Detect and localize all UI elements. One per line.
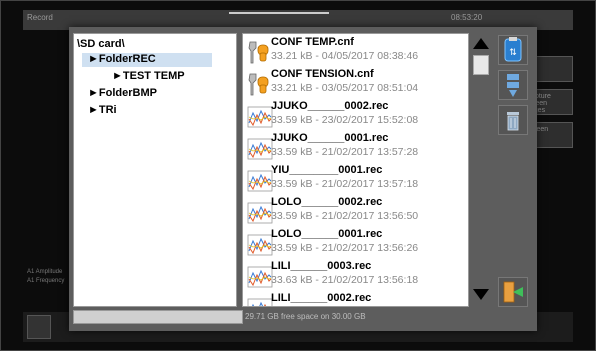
file-name: LILI______0002.rec [271,292,372,304]
file-list-item[interactable]: YIU________0001.rec 33.59 kB - 21/02/201… [243,164,468,197]
scroll-up-icon[interactable] [471,35,491,51]
tree-item-tri[interactable]: ►TRi [88,104,117,116]
config-file-icon [248,73,269,96]
storage-usage-bar [73,310,243,324]
file-list-item[interactable]: CONF TENSION.cnf 33.21 kB - 03/05/2017 0… [243,68,468,101]
svg-text:⇅: ⇅ [509,48,517,58]
file-list-item[interactable]: CONF TEMP.cnf 33.21 kB - 04/05/2017 08:3… [243,36,468,69]
file-list-scrollbar[interactable] [469,33,493,307]
file-name: JJUKO______0001.rec [271,132,389,144]
file-list-panel: CONF TEMP.cnf 33.21 kB - 04/05/2017 08:3… [242,33,469,307]
file-list-item[interactable]: LILI______0003.rec 33.63 kB - 21/02/2017… [243,260,468,293]
file-meta: 33.59 kB - 21/02/2017 13:57:18 [271,178,419,190]
file-meta: 33.63 kB - 21/02/2017 13:56:18 [271,274,419,286]
record-file-icon [247,106,273,128]
file-meta: 33.59 kB - 23/02/2017 15:52:08 [271,114,419,126]
file-meta: 33.21 kB - 03/05/2017 08:51:04 [271,82,419,94]
action-panel: ⇅ [495,33,531,307]
file-meta: 33.59 kB - 21/02/2017 13:56:50 [271,210,419,222]
file-name: LOLO______0001.rec [271,228,383,240]
exit-button[interactable] [498,277,528,307]
record-file-icon [247,298,273,306]
record-file-icon [247,234,273,256]
exit-door-icon [503,281,523,303]
scroll-thumb[interactable] [473,55,489,75]
background-frequency-label: A1 Frequency [27,278,65,284]
usb-drive-button[interactable]: ⇅ [498,35,528,65]
file-name: LILI______0003.rec [271,260,372,272]
file-browser-dialog: \SD card\ ►FolderREC ►TEST TEMP ►FolderB… [69,27,537,331]
trash-icon [507,112,519,131]
file-name: YIU________0001.rec [271,164,383,176]
file-meta: 33.59 kB - 21/02/2017 13:57:28 [271,146,419,158]
delete-button[interactable] [498,105,528,135]
background-amplitude-label: A1 Amplitude [27,269,63,275]
file-list-item[interactable]: LOLO______0002.rec 33.59 kB - 21/02/2017… [243,196,468,229]
usb-drive-icon: ⇅ [504,37,522,62]
file-name: CONF TEMP.cnf [271,36,354,48]
tree-item-folderbmp[interactable]: ►FolderBMP [88,87,157,99]
transfer-icon [507,74,519,97]
scroll-down-icon[interactable] [471,287,491,303]
background-divider [229,12,329,14]
file-name: JJUKO______0002.rec [271,100,389,112]
move-to-device-button[interactable] [498,70,528,100]
background-clock: 08:53:20 [451,13,483,22]
device-screen: Record 08:53:20 File Capture screen page… [0,0,596,351]
background-title: Record [27,13,53,22]
file-meta: 33.59 kB - 21/02/2017 13:56:26 [271,242,419,254]
tree-item-folderrec[interactable]: ►FolderREC [88,53,156,65]
file-list-item[interactable]: LILI______0002.rec [243,292,468,306]
tree-root[interactable]: \SD card\ [77,38,125,50]
folder-tree-panel: \SD card\ ►FolderREC ►TEST TEMP ►FolderB… [73,33,237,307]
record-file-icon [247,266,273,288]
record-file-icon [247,202,273,224]
config-file-icon [248,41,269,64]
file-list-item[interactable]: JJUKO______0002.rec 33.59 kB - 23/02/201… [243,100,468,133]
file-name: CONF TENSION.cnf [271,68,374,80]
tree-item-test-temp[interactable]: ►TEST TEMP [112,70,185,82]
record-file-icon [247,170,273,192]
free-space-text: 29.71 GB free space on 30.00 GB [245,312,366,321]
file-list-item[interactable]: LOLO______0001.rec 33.59 kB - 21/02/2017… [243,228,468,261]
record-file-icon [247,138,273,160]
background-bottom-button [27,315,51,339]
file-name: LOLO______0002.rec [271,196,383,208]
file-meta: 33.21 kB - 04/05/2017 08:38:46 [271,50,419,62]
file-list-item[interactable]: JJUKO______0001.rec 33.59 kB - 21/02/201… [243,132,468,165]
